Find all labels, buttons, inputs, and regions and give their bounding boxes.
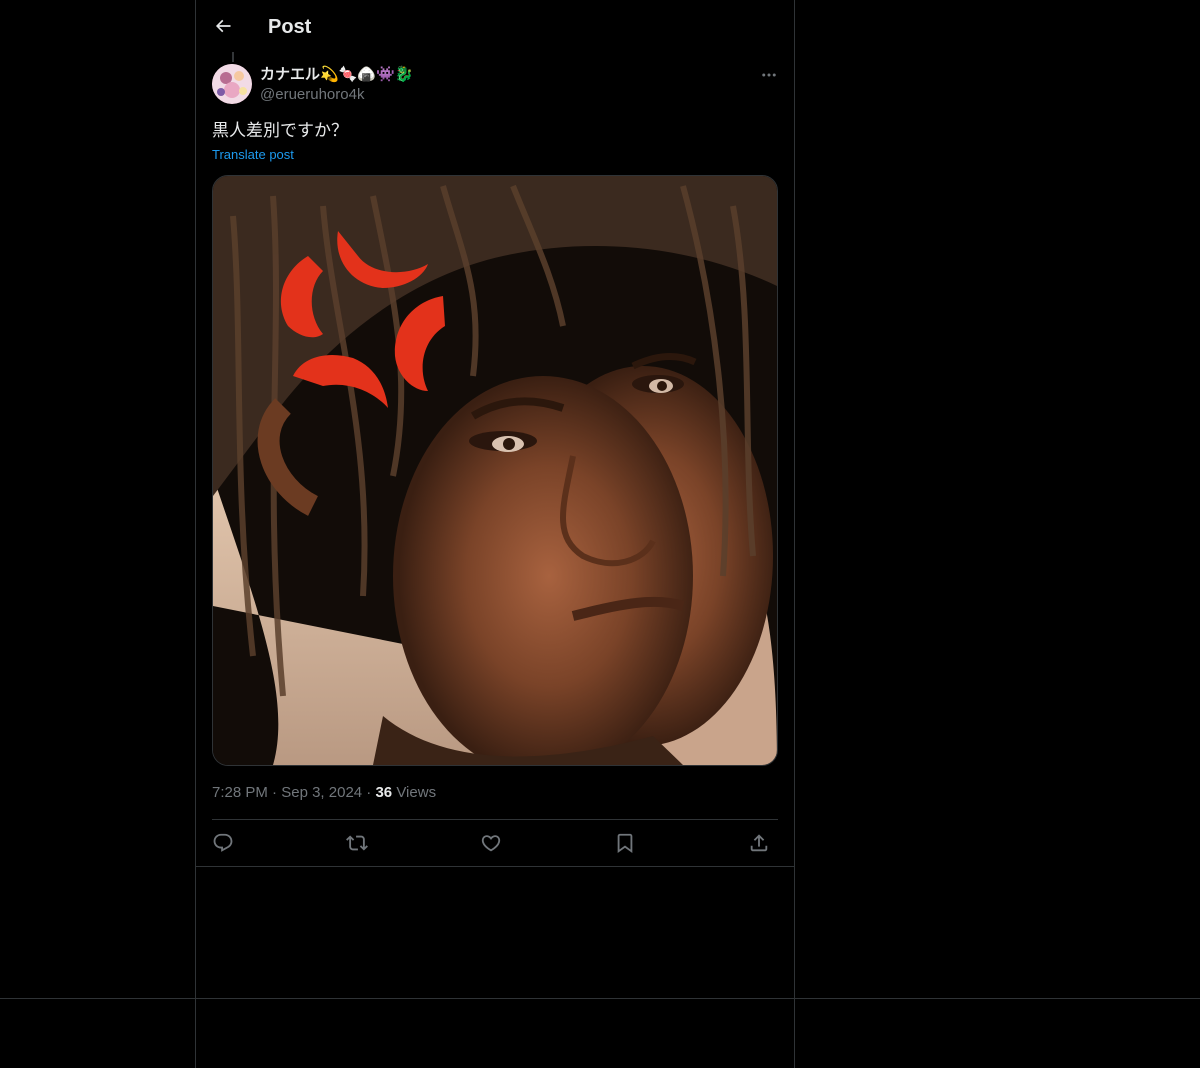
repost-button[interactable] <box>342 830 372 856</box>
reply-icon <box>213 833 233 852</box>
post-column: Post カナエル💫🍬🍙👾🐉 @erueruhoro4k 黒人差別ですか？ Tr… <box>195 0 795 1068</box>
more-options-button[interactable] <box>744 64 778 86</box>
share-button[interactable] <box>744 830 774 856</box>
bottom-divider <box>0 998 1200 999</box>
views-count: 36 <box>375 784 393 801</box>
post-author: カナエル💫🍬🍙👾🐉 @erueruhoro4k <box>212 64 778 108</box>
avatar-image <box>212 64 252 104</box>
post-text: 黒人差別ですか？ <box>212 121 348 140</box>
more-horizontal-icon <box>762 73 776 77</box>
repost-icon <box>346 835 368 851</box>
photo-illustration <box>213 176 777 765</box>
thread-connector-line <box>232 52 234 62</box>
translate-post-link[interactable]: Translate post <box>212 146 294 164</box>
page: Post カナエル💫🍬🍙👾🐉 @erueruhoro4k 黒人差別ですか？ Tr… <box>0 0 1200 1068</box>
post-actions-bar <box>212 820 778 866</box>
post-time[interactable]: 7:28 PM <box>212 784 268 801</box>
views-label: Views <box>396 784 437 801</box>
post-metadata: 7:28 PM · Sep 3, 2024 · 36 Views <box>212 783 436 803</box>
back-button[interactable] <box>206 9 240 43</box>
bookmark-button[interactable] <box>610 830 640 856</box>
arrow-left-icon <box>215 19 231 33</box>
reply-button[interactable] <box>208 830 238 856</box>
author-display-name[interactable]: カナエル💫🍬🍙👾🐉 <box>260 64 413 86</box>
divider <box>196 866 794 867</box>
heart-icon <box>481 835 501 852</box>
meta-separator: · <box>366 784 372 801</box>
avatar[interactable] <box>212 64 252 104</box>
post-date[interactable]: Sep 3, 2024 <box>281 784 362 801</box>
page-title: Post <box>268 16 312 38</box>
post-media-photo[interactable] <box>212 175 778 766</box>
like-button[interactable] <box>476 830 506 856</box>
author-handle[interactable]: @erueruhoro4k <box>260 85 364 105</box>
meta-separator: · <box>272 784 278 801</box>
post-header: Post <box>196 0 794 53</box>
share-icon <box>750 834 768 852</box>
bookmark-icon <box>617 833 633 854</box>
